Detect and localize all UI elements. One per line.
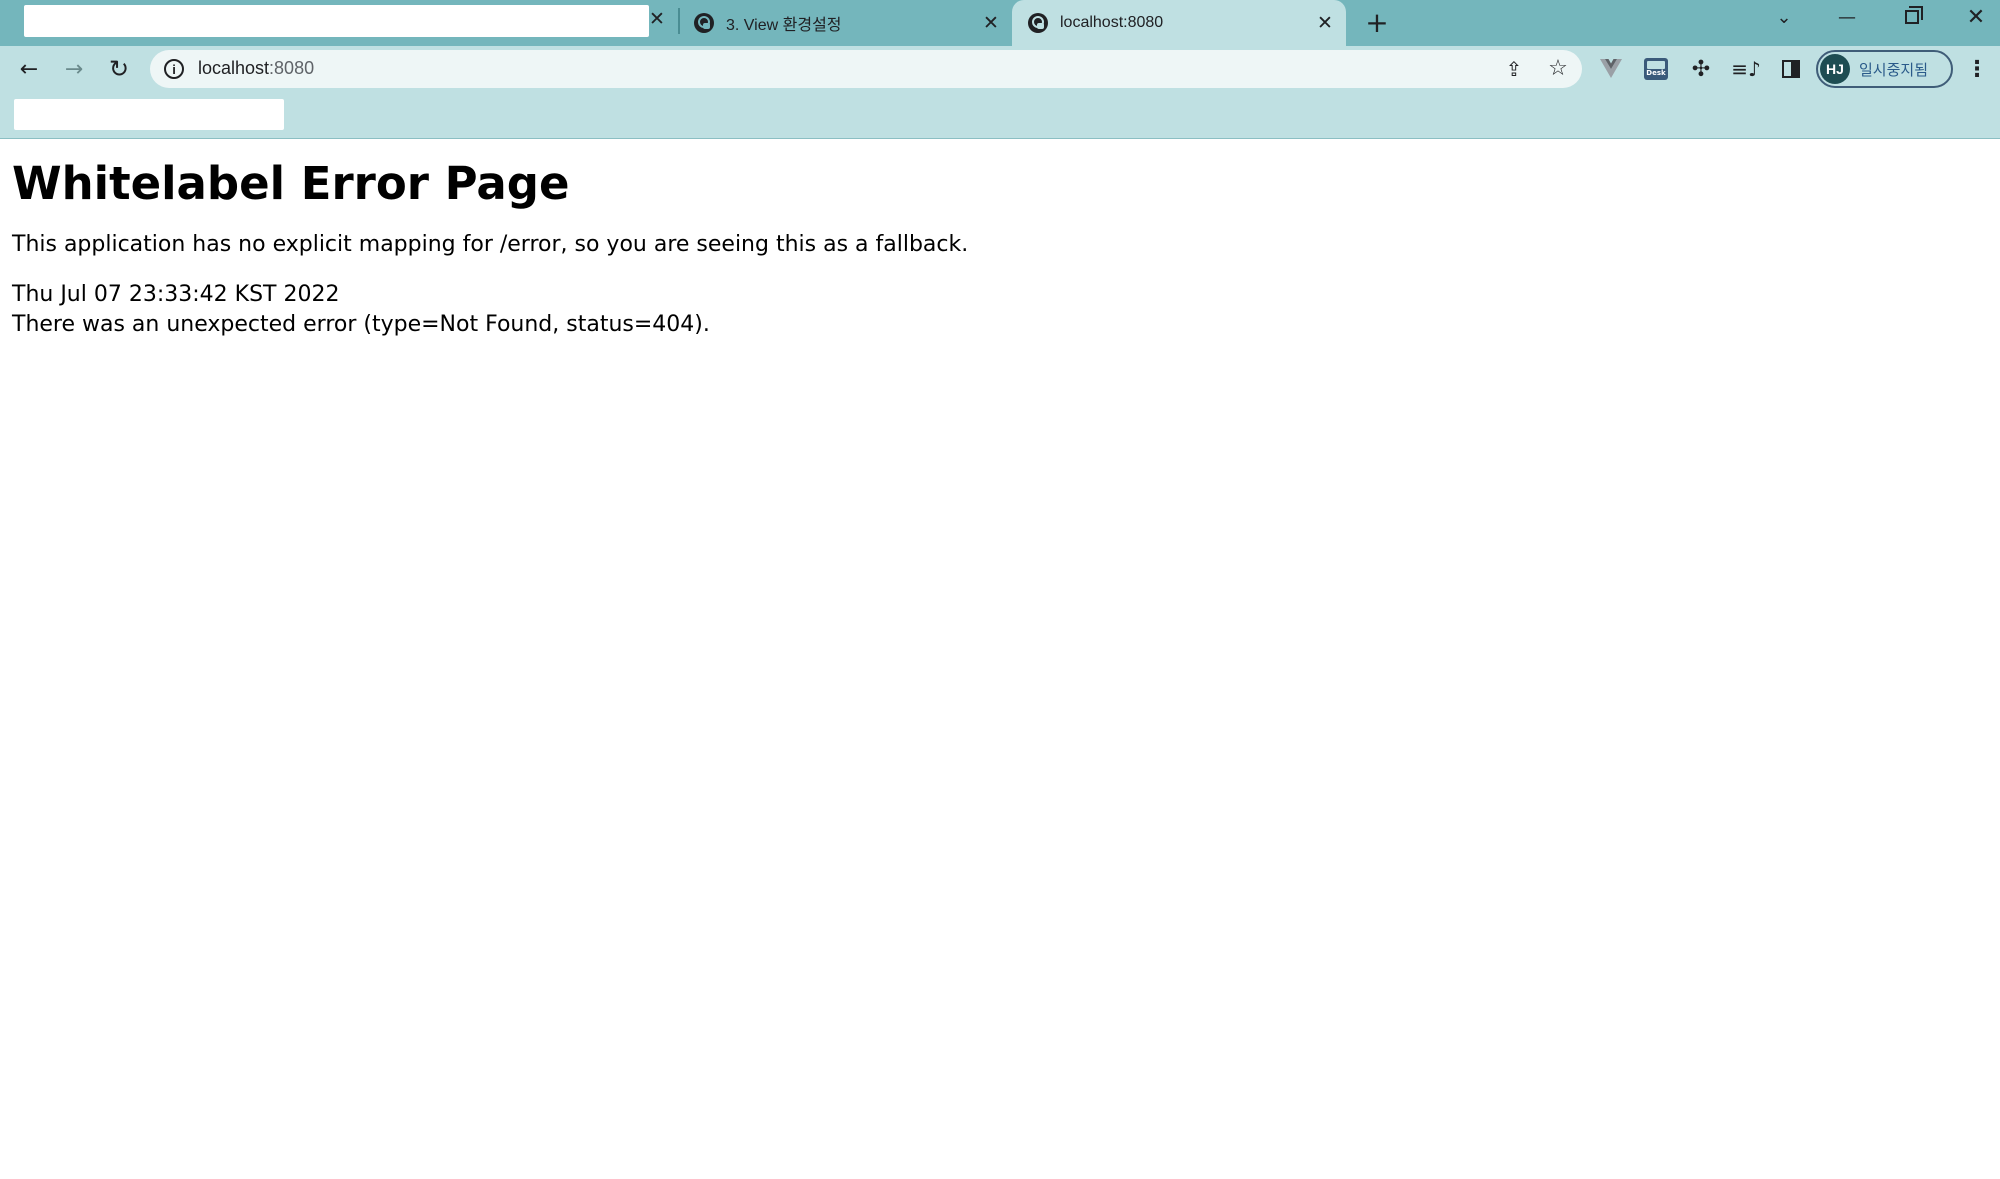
redacted-tab-title <box>24 5 649 37</box>
url-host: localhost <box>198 58 270 78</box>
close-tab-icon[interactable]: ✕ <box>1312 10 1338 36</box>
profile-button[interactable]: HJ 일시중지됨 <box>1816 50 1953 88</box>
avatar: HJ <box>1820 54 1850 84</box>
error-message: There was an unexpected error (type=Not … <box>12 312 710 338</box>
extensions-puzzle-icon[interactable]: ✣ <box>1686 54 1716 84</box>
bookmarks-bar <box>0 92 2000 139</box>
tab-strip: ✕ 3. View 환경설정 ✕ localhost:8080 ✕ + ⌄ — … <box>0 0 2000 46</box>
tab-localhost-active[interactable]: localhost:8080 ✕ <box>1012 0 1346 46</box>
tab-redacted[interactable]: ✕ <box>0 0 676 46</box>
tab-title: localhost:8080 <box>1060 14 1164 31</box>
browser-toolbar: ← → ↻ i localhost:8080 ⇪ ☆ ✣ ≡♪ HJ 일시중지됨… <box>0 46 2000 92</box>
redacted-bookmarks <box>14 99 284 130</box>
tab-divider <box>678 8 680 34</box>
site-info-icon[interactable]: i <box>164 59 184 79</box>
back-arrow-icon[interactable]: ← <box>10 50 48 88</box>
forward-arrow-icon[interactable]: → <box>55 50 93 88</box>
page-title: Whitelabel Error Page <box>12 157 570 210</box>
url-text[interactable]: localhost:8080 <box>198 58 314 79</box>
error-timestamp: Thu Jul 07 23:33:42 KST 2022 <box>12 281 340 307</box>
kebab-menu-icon[interactable]: ⋮ <box>1960 50 1994 88</box>
url-port: :8080 <box>269 58 315 78</box>
fallback-message: This application has no explicit mapping… <box>12 232 969 257</box>
page-content: Whitelabel Error Page This application h… <box>0 140 2000 1179</box>
side-panel-icon[interactable] <box>1776 54 1806 84</box>
minimize-window-button[interactable]: — <box>1815 0 1879 34</box>
close-tab-icon[interactable]: ✕ <box>978 10 1004 36</box>
tab-title: 3. View 환경설정 <box>726 17 842 34</box>
media-control-icon[interactable]: ≡♪ <box>1731 54 1761 84</box>
globe-icon <box>694 13 714 33</box>
close-tab-icon[interactable]: ✕ <box>644 6 670 32</box>
bookmark-star-icon[interactable]: ☆ <box>1544 54 1572 82</box>
error-details: Thu Jul 07 23:33:42 KST 2022 There was a… <box>12 280 2000 342</box>
restore-window-button[interactable] <box>1880 0 1944 34</box>
vue-devtools-extension-icon[interactable] <box>1596 54 1626 84</box>
reload-icon[interactable]: ↻ <box>100 50 138 88</box>
profile-status-label: 일시중지됨 <box>1859 60 1929 79</box>
tab-search-chevron-icon[interactable]: ⌄ <box>1752 0 1816 34</box>
globe-icon <box>1028 13 1048 33</box>
tab-view-settings[interactable]: 3. View 환경설정 ✕ <box>682 0 1008 46</box>
close-window-button[interactable]: ✕ <box>1944 0 2000 34</box>
new-tab-button[interactable]: + <box>1360 5 1394 39</box>
address-bar[interactable]: i localhost:8080 ⇪ ☆ <box>150 50 1582 88</box>
desk-extension-icon[interactable] <box>1641 54 1671 84</box>
share-icon[interactable]: ⇪ <box>1500 55 1528 83</box>
